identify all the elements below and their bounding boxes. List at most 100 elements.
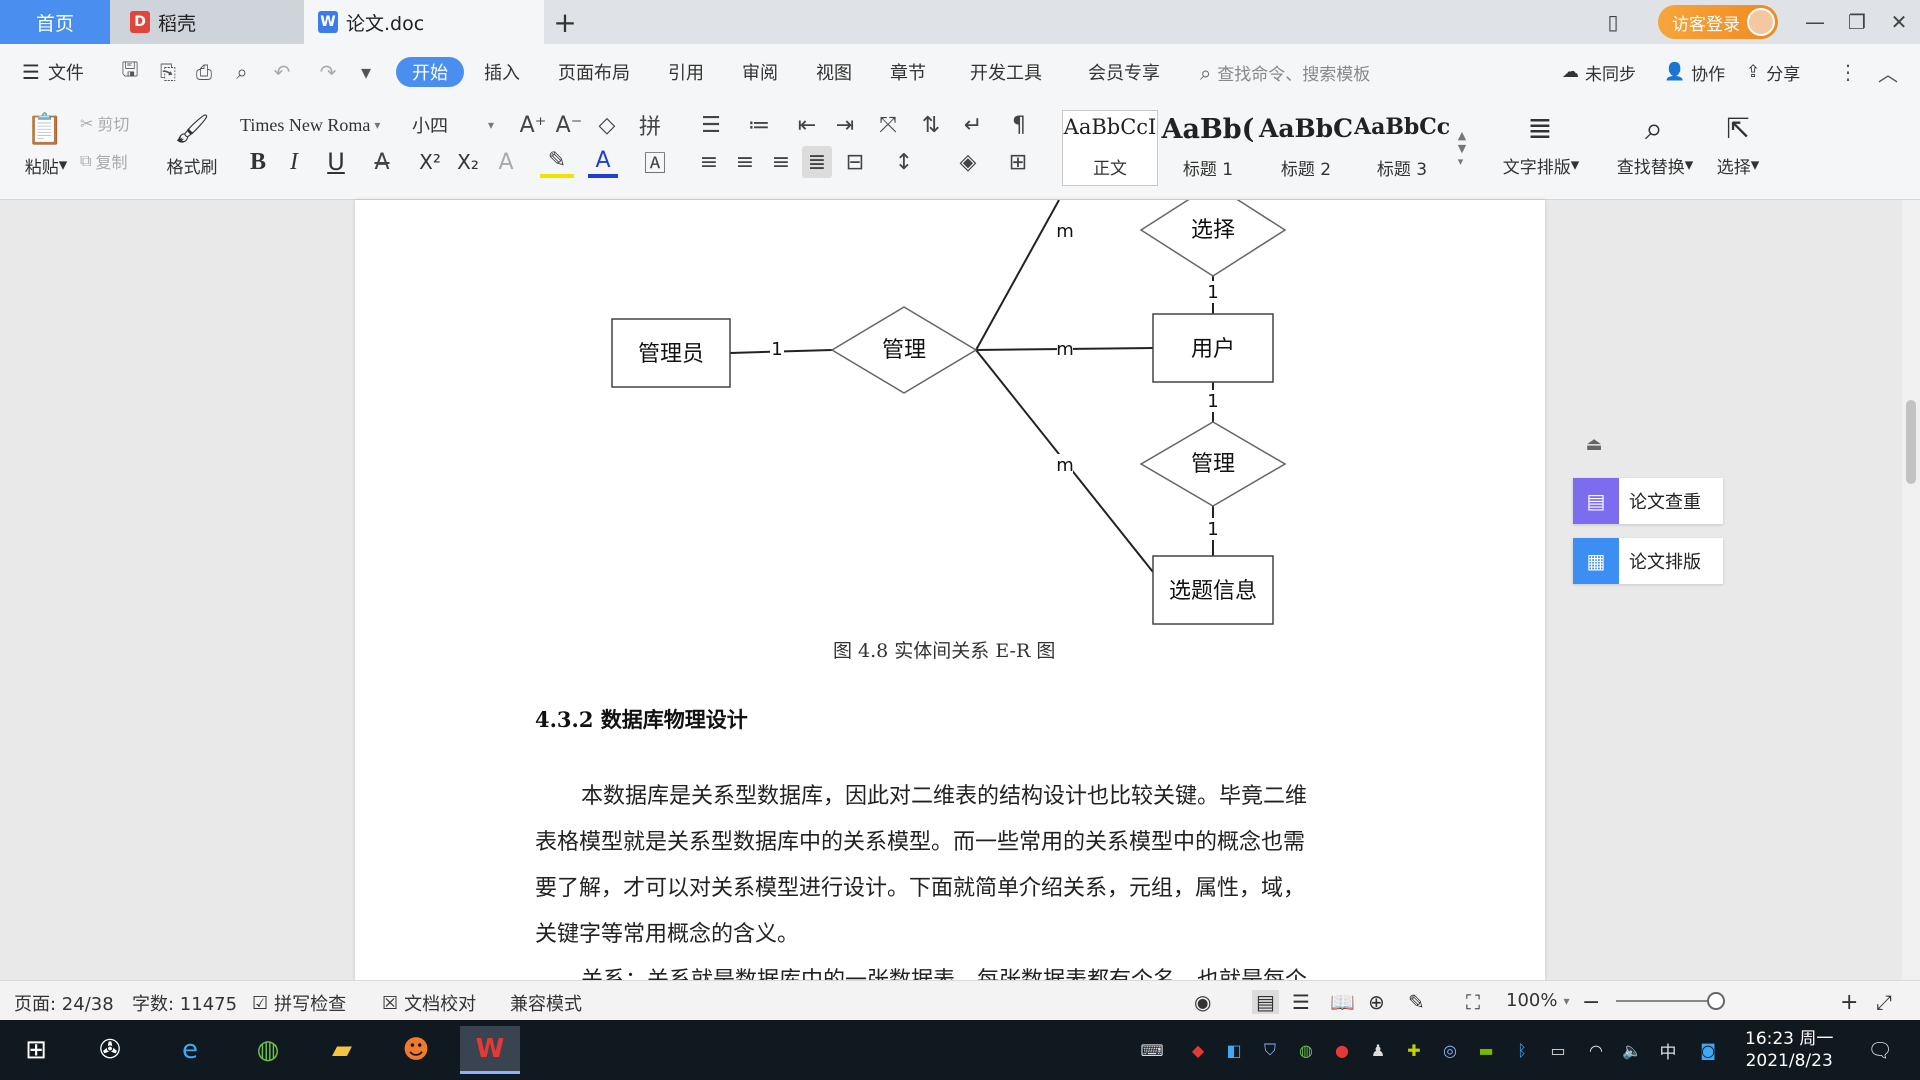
menu-page-layout[interactable]: 页面布局 — [558, 58, 630, 86]
game-app-icon[interactable]: ☻ — [386, 1026, 446, 1074]
fullscreen-icon[interactable]: ⤢ — [1876, 990, 1892, 1014]
windows-start-icon[interactable]: ⊞ — [6, 1026, 66, 1074]
vertical-scrollbar[interactable] — [1902, 200, 1920, 980]
zoom-out-icon[interactable]: − — [1582, 990, 1600, 1015]
style-heading-3[interactable]: AaBbCcl 标题 3 — [1354, 110, 1450, 186]
select-button[interactable]: 选择 ▾ — [1708, 152, 1768, 178]
print-icon[interactable]: ⎙ — [192, 60, 216, 84]
penguin-tray-icon[interactable]: ♟ — [1366, 1038, 1390, 1062]
find-replace-button[interactable]: 查找替换 ▾ — [1608, 152, 1702, 178]
font-name-select[interactable]: Times New Roma ▾ — [240, 110, 400, 140]
command-search[interactable]: ⌕ 查找命令、搜索模板 — [1200, 60, 1370, 86]
text-effect-icon[interactable]: A — [490, 146, 522, 178]
document-page[interactable]: 管理员 用户 选题信息 管理 选择 管理 1 m m m 1 1 1 图 4.8… — [355, 200, 1545, 980]
find-icon[interactable]: ⌕ — [1632, 106, 1676, 150]
sync-status[interactable]: ☁ 未同步 — [1562, 58, 1636, 86]
menu-chapter[interactable]: 章节 — [890, 58, 926, 86]
plus-tray-icon[interactable]: ✚ — [1402, 1038, 1426, 1062]
page-view-icon[interactable]: ▤ — [1252, 990, 1279, 1014]
clear-format-icon[interactable]: ◇ — [592, 110, 622, 140]
outline-view-icon[interactable]: ☰ — [1292, 990, 1310, 1014]
tab-document[interactable]: W 论文.doc — [304, 0, 544, 44]
align-left-icon[interactable]: ≡ — [694, 146, 724, 178]
ie-browser-icon[interactable]: e — [160, 1026, 220, 1074]
underline-button[interactable]: U — [316, 146, 356, 178]
zoom-in-icon[interactable]: + — [1840, 990, 1858, 1015]
shield-icon[interactable]: ⛉ — [1258, 1038, 1282, 1062]
chinese-layout-icon[interactable]: ⤧ — [868, 110, 908, 140]
nvidia-tray-icon[interactable]: ▬ — [1474, 1038, 1498, 1062]
undo-icon[interactable]: ↶ — [270, 60, 294, 84]
menu-start[interactable]: 开始 — [396, 57, 464, 87]
network-app-tray-icon[interactable]: ◧ — [1222, 1038, 1246, 1062]
text-layout-button[interactable]: 文字排版 ▾ — [1496, 152, 1586, 178]
shading-icon[interactable]: ◈ — [950, 146, 986, 178]
eye-protection-icon[interactable]: ◉ — [1194, 990, 1211, 1014]
menu-view[interactable]: 视图 — [816, 58, 852, 86]
file-explorer-icon[interactable]: ▰ — [312, 1026, 372, 1074]
bold-button[interactable]: B — [244, 146, 272, 178]
browser-tray-icon[interactable]: ◍ — [1294, 1038, 1318, 1062]
decrease-indent-icon[interactable]: ⇤ — [792, 110, 822, 140]
notification-icon[interactable]: 🗨 — [1867, 1038, 1892, 1062]
format-painter-icon[interactable]: 🖌 — [172, 106, 212, 150]
text-direction-icon[interactable]: ↵ — [956, 110, 990, 140]
zoom-level-select[interactable]: 100% ▾ — [1506, 990, 1570, 1011]
show-marks-icon[interactable]: ¶ — [1002, 110, 1036, 140]
taskbar-clock[interactable]: 16:23 周一 2021/8/23 — [1745, 1028, 1833, 1072]
collapse-panel-icon[interactable]: ⏏ — [1582, 432, 1606, 456]
export-icon[interactable]: ⎘ — [156, 60, 180, 84]
borders-icon[interactable]: ⊞ — [1000, 146, 1036, 178]
battery-icon[interactable]: ▭ — [1546, 1038, 1570, 1062]
line-spacing-icon[interactable]: ↕ — [886, 146, 922, 178]
menu-review[interactable]: 审阅 — [742, 58, 778, 86]
restore-icon[interactable]: ❐ — [1840, 6, 1874, 38]
print-preview-icon[interactable]: ⌕ — [230, 60, 254, 84]
qq-tray-icon[interactable]: ● — [1330, 1038, 1354, 1062]
sort-icon[interactable]: ⇅ — [916, 110, 946, 140]
highlight-icon[interactable]: ✎ — [540, 146, 574, 178]
zoom-slider-knob[interactable] — [1707, 992, 1725, 1010]
web-view-icon[interactable]: ⊕ — [1368, 990, 1385, 1014]
minimize-icon[interactable]: — — [1798, 6, 1832, 38]
menu-insert[interactable]: 插入 — [484, 58, 520, 86]
wps-app-icon[interactable]: W — [460, 1026, 520, 1074]
tab-daoke[interactable]: D 稻壳 — [110, 0, 304, 44]
collaborate-button[interactable]: 👤 协作 — [1664, 58, 1725, 86]
bullet-list-icon[interactable]: ☰ — [694, 110, 728, 140]
volume-icon[interactable]: 🔈 — [1620, 1038, 1644, 1062]
write-mode-icon[interactable]: ✎ — [1408, 990, 1425, 1014]
scrollbar-thumb[interactable] — [1906, 400, 1916, 484]
style-scroll-icon[interactable]: ▲ ▼ ▾ — [1454, 110, 1470, 186]
redo-icon[interactable]: ↷ — [316, 60, 340, 84]
customize-quickbar-icon[interactable]: ▾ — [354, 60, 378, 84]
align-center-icon[interactable]: ≡ — [730, 146, 760, 178]
cursor-select-icon[interactable]: ⇱ — [1718, 106, 1758, 150]
guest-login-button[interactable]: 访客登录 — [1658, 5, 1778, 39]
zoom-slider[interactable] — [1616, 1000, 1716, 1002]
char-border-icon[interactable]: 🄰 — [640, 146, 670, 178]
paper-check-button[interactable]: ▤ 论文查重 — [1573, 478, 1723, 524]
save-icon[interactable]: 🖫 — [118, 57, 142, 84]
numbered-list-icon[interactable]: ≔ — [742, 110, 776, 140]
justify-icon[interactable]: ≣ — [802, 146, 832, 178]
antivirus-tray-icon[interactable]: ◆ — [1186, 1038, 1210, 1062]
text-layout-icon[interactable]: ≣ — [1518, 106, 1562, 150]
input-app-icon[interactable]: ◙ — [1696, 1038, 1720, 1062]
share-button[interactable]: ⇪ 分享 — [1746, 58, 1800, 86]
proofread-button[interactable]: ☒ 文档校对 — [382, 990, 476, 1016]
paper-format-button[interactable]: ▦ 论文排版 — [1573, 538, 1723, 584]
phonetic-guide-icon[interactable]: 拼 — [630, 110, 670, 140]
cut-button[interactable]: ✂ 剪切 — [80, 110, 129, 136]
superscript-button[interactable]: X² — [414, 146, 446, 178]
keyboard-tray-icon[interactable]: ⌨ — [1134, 1038, 1170, 1062]
sync-tray-icon[interactable]: ◎ — [1438, 1038, 1462, 1062]
more-options-icon[interactable]: ⋮ — [1836, 60, 1860, 84]
copy-button[interactable]: ⧉ 复制 — [80, 148, 127, 174]
menu-file[interactable]: ☰ 文件 — [22, 58, 84, 86]
distributed-align-icon[interactable]: ⊟ — [840, 146, 870, 178]
shrink-font-icon[interactable]: A⁻ — [554, 110, 584, 140]
reading-view-icon[interactable]: 📖 — [1330, 990, 1355, 1014]
bluetooth-icon[interactable]: ᛒ — [1510, 1038, 1534, 1062]
wifi-icon[interactable]: ◠ — [1584, 1038, 1608, 1062]
